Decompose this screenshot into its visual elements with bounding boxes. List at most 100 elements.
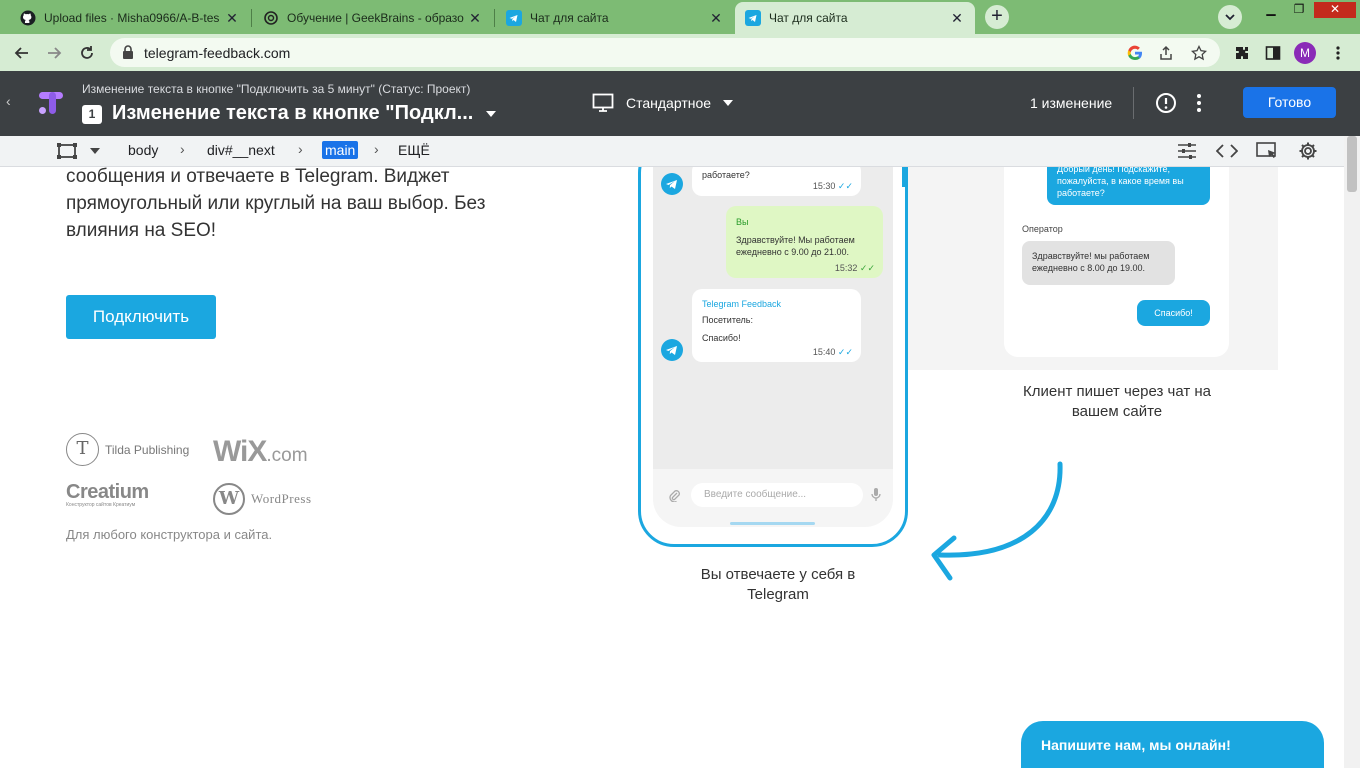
back-button[interactable] [10,41,34,65]
caret-down-icon[interactable] [486,111,496,117]
close-icon[interactable]: ✕ [949,10,965,27]
thanks-bubble: Спасибо! [1137,300,1210,326]
tab-strip: Upload files · Misha0966/A-B-tes ✕ Обуче… [0,0,1360,34]
github-icon [20,10,36,26]
caret-down-icon[interactable] [90,148,100,154]
breadcrumb-body[interactable]: body [128,142,158,158]
wix-logo-suffix: .com [266,445,308,466]
visitor-message: Добрый день! Подскажите, пожалуйста, в к… [1047,167,1210,205]
element-select-icon[interactable] [57,143,77,159]
reload-button[interactable] [75,41,99,65]
bubble-time: 15:30 ✓✓ [812,181,853,191]
tilda-mark-icon: T [66,433,99,466]
edit-settings-icon[interactable] [1176,140,1198,162]
close-icon[interactable]: ✕ [708,10,724,27]
forward-button[interactable] [42,41,66,65]
arrow-left-icon [14,47,28,59]
bubble-sender: Telegram Feedback [702,299,782,309]
tab-divider [494,9,495,27]
message-input[interactable]: Введите сообщение... [691,483,863,507]
curved-arrow-icon [931,461,1063,581]
telegram-avatar-icon [661,173,683,195]
new-tab-button[interactable]: + [985,5,1009,29]
extensions-icon[interactable] [1231,42,1253,64]
collapse-left-icon[interactable]: ‹ [6,93,11,109]
profile-avatar[interactable]: M [1294,42,1316,64]
wordpress-mark-icon: W [213,483,245,515]
lead-paragraph: сообщения и отвечаете в Telegram. Виджет… [66,167,486,241]
tab-chat-1[interactable]: Чат для сайта ✕ [496,2,734,34]
caret-down-icon [723,100,734,106]
paperclip-icon[interactable] [668,488,680,502]
creatium-logo: Creatium Конструктор сайтов Креатиум [66,481,149,508]
connect-button[interactable]: Подключить [66,295,216,339]
chevron-right-icon: › [298,141,303,157]
close-icon[interactable]: ✕ [467,10,483,27]
settings-gear-icon[interactable] [1297,140,1319,162]
bubble-text: Спасибо! [702,333,741,343]
variant-title[interactable]: Изменение текста в кнопке "Подкл... [112,102,473,125]
breadcrumb-main-selected[interactable]: main [322,141,359,159]
tab-title: Чат для сайта [530,11,609,25]
bubble-time: 15:32 ✓✓ [834,263,875,273]
restore-button[interactable]: ❐ [1286,2,1312,18]
omnibox[interactable]: telegram-feedback.com [110,38,1220,67]
browser-menu-icon[interactable] [1327,42,1349,64]
close-icon[interactable]: ✕ [224,10,240,27]
phone-caption: Вы отвечаете у себя в Telegram [700,566,856,603]
creatium-logo-text: Creatium [66,481,149,503]
double-check-icon: ✓✓ [837,181,853,191]
address-bar-row: telegram-feedback.com M [0,34,1360,71]
chevron-right-icon: › [180,141,185,157]
tilda-logo-text: Tilda Publishing [105,442,190,457]
tab-divider [251,9,252,27]
more-options-icon[interactable] [1196,93,1202,113]
breadcrumb-more[interactable]: ЕЩЁ [398,142,430,158]
side-panel-icon[interactable] [1262,42,1284,64]
lock-icon [123,45,133,59]
wix-logo: WiX.com [213,435,308,469]
bubble-text: Здравствуйте! Мы работаем ежедневно с 9.… [736,235,855,257]
changes-count[interactable]: 1 изменение [1030,95,1112,111]
chat-bubble-outgoing: Вы Здравствуйте! Мы работаем ежедневно с… [726,206,883,278]
operator-label: Оператор [1022,224,1063,234]
telegram-icon [506,10,522,26]
tab-title: Чат для сайта [769,11,848,25]
breadcrumb-div-next[interactable]: div#__next [207,142,275,158]
interactive-mode-icon[interactable] [1256,140,1278,162]
tab-geekbrains[interactable]: Обучение | GeekBrains - образо ✕ [253,2,493,34]
double-check-icon: ✓✓ [837,347,853,357]
share-icon[interactable] [1157,44,1175,62]
window-close-button[interactable]: ✕ [1314,2,1356,18]
page-scrollbar[interactable] [1344,136,1360,768]
tab-chat-active[interactable]: Чат для сайта ✕ [735,2,975,34]
chat-bubble-incoming: Telegram Feedback Посетитель: Спасибо! 1… [692,289,861,362]
tab-title: Обучение | GeekBrains - образо [287,11,464,25]
page-viewport: сообщения и отвечаете в Telegram. Виджет… [0,167,1344,768]
desktop-icon [592,93,614,112]
chevron-right-icon: › [374,141,379,157]
google-icon[interactable] [1126,44,1144,62]
arrow-right-icon [48,47,62,59]
telegram-avatar-icon [661,339,683,361]
code-icon[interactable] [1216,140,1238,162]
site-caption: Клиент пишет через чат на вашем сайте [1023,383,1211,420]
microphone-icon[interactable] [871,487,881,502]
device-selector[interactable]: Стандартное [592,93,734,113]
double-check-icon: ✓✓ [859,263,875,273]
tab-title: Upload files · Misha0966/A-B-tes [44,11,220,25]
url-text: telegram-feedback.com [144,45,291,61]
device-label: Стандартное [626,95,712,111]
experiment-subtitle: Изменение текста в кнопке "Подключить за… [82,82,471,96]
reload-icon [81,46,93,59]
tab-github[interactable]: Upload files · Misha0966/A-B-tes ✕ [10,2,250,34]
minimize-button[interactable]: ▁ [1258,2,1284,18]
scrollbar-thumb[interactable] [1347,136,1357,192]
tab-search-button[interactable] [1218,5,1242,29]
bookmark-star-icon[interactable] [1190,44,1208,62]
logos-caption: Для любого конструктора и сайта. [66,527,273,542]
bubble-time: 15:40 ✓✓ [812,347,853,357]
online-chat-widget[interactable]: Напишите нам, мы онлайн! [1021,721,1324,768]
done-button[interactable]: Готово [1243,87,1336,118]
diagnostics-icon[interactable] [1155,92,1177,114]
